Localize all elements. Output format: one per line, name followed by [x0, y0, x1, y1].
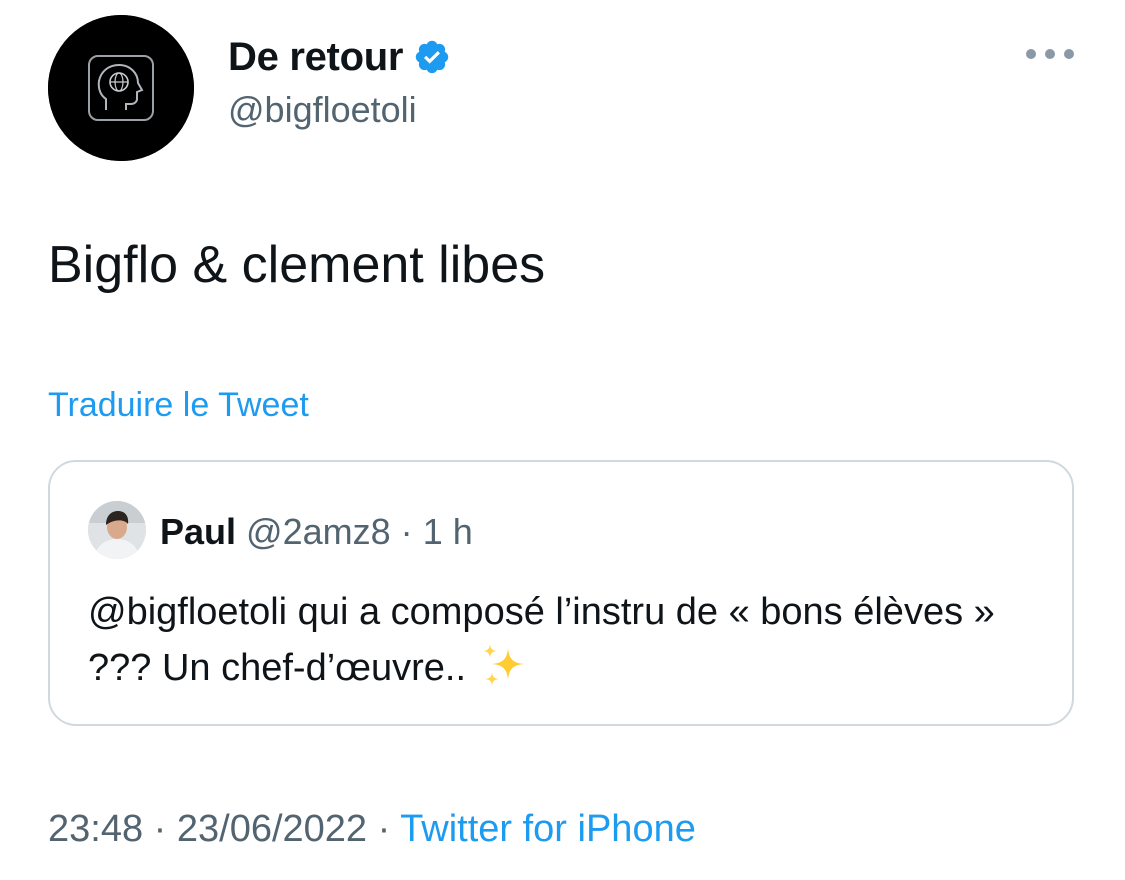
quoted-tweet-body: @bigfloetoli qui a composé l’instru de «… — [88, 591, 995, 689]
author-name-text: De retour — [228, 35, 404, 79]
quoted-author-name: Paul — [160, 511, 237, 552]
metadata-separator: · — [153, 808, 167, 850]
quoted-separator: · — [400, 511, 413, 552]
more-dot — [1026, 49, 1036, 59]
quoted-author-handle: @2amz8 — [246, 511, 391, 552]
head-globe-icon — [48, 15, 194, 161]
more-icon[interactable] — [1026, 42, 1074, 66]
quoted-tweet-time: 1 h — [422, 511, 473, 552]
tweet-date[interactable]: 23/06/2022 — [177, 808, 367, 850]
author-display-name[interactable]: De retour — [228, 34, 451, 80]
tweet-time[interactable]: 23:48 — [48, 808, 143, 850]
author-handle[interactable]: @bigfloetoli — [228, 88, 417, 132]
more-dot — [1064, 49, 1074, 59]
author-avatar[interactable] — [48, 15, 194, 161]
tweet-source-link[interactable]: Twitter for iPhone — [400, 808, 696, 850]
quoted-author-avatar — [88, 501, 146, 559]
tweet-metadata: 23:48 · 23/06/2022 · Twitter for iPhone — [48, 806, 696, 852]
quoted-tweet-header: Paul @2amz8 · 1 h — [160, 510, 473, 554]
tweet-text: Bigflo & clement libes — [48, 236, 546, 294]
metadata-separator: · — [377, 808, 391, 850]
person-avatar-icon — [88, 501, 146, 559]
quoted-tweet-text: @bigfloetoli qui a composé l’instru de «… — [88, 584, 1048, 696]
sparkles-icon — [483, 644, 525, 686]
more-dot — [1045, 49, 1055, 59]
translate-tweet-link[interactable]: Traduire le Tweet — [48, 384, 309, 426]
quoted-tweet-card[interactable]: Paul @2amz8 · 1 h @bigfloetoli qui a com… — [48, 460, 1074, 726]
verified-badge-icon — [415, 40, 449, 74]
